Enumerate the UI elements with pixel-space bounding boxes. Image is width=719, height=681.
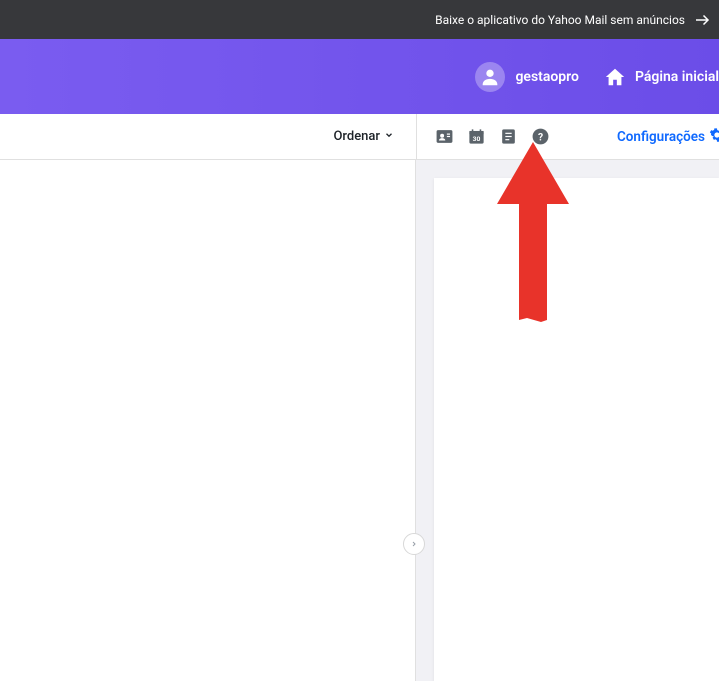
home-link[interactable]: Página inicial [603,65,719,89]
content-area [0,160,719,681]
calendar-icon[interactable]: 30 [466,127,486,147]
pane-collapse-button[interactable] [403,533,425,555]
user-account[interactable]: gestaopro [475,62,578,92]
main-header: gestaopro Página inicial [0,39,719,114]
promo-banner-text: Baixe o aplicativo do Yahoo Mail sem anú… [435,13,685,27]
chevron-down-icon [384,130,394,143]
message-list-pane [0,160,416,681]
toolbar-icon-group: 30 ? [434,127,550,147]
sort-label: Ordenar [333,129,380,144]
home-label: Página inicial [635,69,719,85]
contacts-icon[interactable] [434,127,454,147]
svg-text:?: ? [537,130,542,143]
help-icon[interactable]: ? [530,127,550,147]
gear-icon [709,127,719,147]
arrow-right-icon [693,11,711,29]
username-label: gestaopro [515,69,578,85]
divider [416,114,417,159]
settings-label: Configurações [617,129,705,145]
reading-pane [416,160,719,681]
home-icon [603,65,627,89]
content-panel [434,178,719,681]
sort-dropdown[interactable]: Ordenar [333,129,394,144]
avatar [475,62,505,92]
toolbar: Ordenar 30 [0,114,719,160]
settings-link[interactable]: Configurações [617,127,719,147]
notepad-icon[interactable] [498,127,518,147]
svg-text:30: 30 [472,135,480,143]
promo-banner[interactable]: Baixe o aplicativo do Yahoo Mail sem anú… [0,0,719,39]
